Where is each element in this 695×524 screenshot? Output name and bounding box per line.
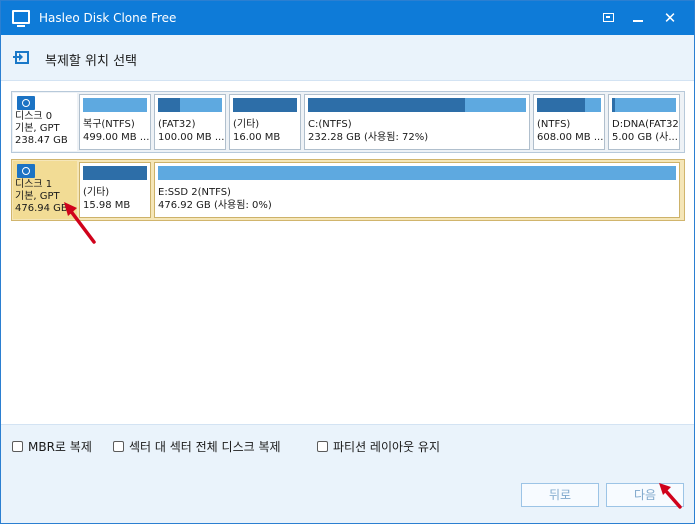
menu-button[interactable] — [600, 9, 618, 27]
disk-name: 디스크 1 — [15, 179, 53, 190]
clone-options: MBR로 복제 섹터 대 섹터 전체 디스크 복제 파티션 레이아웃 유지 — [1, 424, 694, 466]
menu-icon — [603, 13, 614, 22]
sector-by-sector-label: 섹터 대 섹터 전체 디스크 복제 — [129, 439, 281, 454]
partition-name: (NTFS) — [537, 119, 571, 130]
partition-name: C:(NTFS) — [308, 119, 352, 130]
partition-size: 476.92 GB (사용됨: 0%) — [158, 200, 272, 211]
disk-type: 기본, GPT — [15, 191, 60, 202]
footer: 뒤로 다음 — [1, 466, 694, 523]
title-bar: Hasleo Disk Clone Free ✕ — [1, 1, 694, 35]
mbr-copy-checkbox[interactable] — [12, 440, 23, 452]
partition-0-3[interactable]: C:(NTFS) 232.28 GB (사용됨: 72%) — [304, 94, 530, 150]
partition-1-0[interactable]: (기타) 15.98 MB — [79, 162, 151, 218]
disk-info: 디스크 1 기본, GPT 476.94 GB — [13, 161, 77, 219]
disk-info: 디스크 0 기본, GPT 238.47 GB — [13, 93, 77, 151]
partition-size: 16.00 MB — [233, 132, 281, 143]
import-icon — [13, 51, 29, 64]
partition-0-1[interactable]: (FAT32) 100.00 MB ... — [154, 94, 226, 150]
partition-size: 15.98 MB — [83, 200, 131, 211]
disk-icon — [17, 96, 35, 110]
partition-name: E:SSD 2(NTFS) — [158, 187, 231, 198]
disk-size: 476.94 GB — [15, 203, 68, 214]
step-header: 복제할 위치 선택 — [1, 35, 694, 81]
keep-layout-label: 파티션 레이아웃 유지 — [333, 439, 440, 454]
keep-layout-option[interactable]: 파티션 레이아웃 유지 — [317, 439, 440, 454]
mbr-copy-label: MBR로 복제 — [28, 439, 92, 454]
next-button[interactable]: 다음 — [606, 483, 684, 507]
page-title: 복제할 위치 선택 — [45, 54, 137, 69]
disk-row-1[interactable]: 디스크 1 기본, GPT 476.94 GB (기타) 15.98 MB E:… — [11, 159, 685, 221]
minimize-icon — [633, 20, 643, 22]
app-title: Hasleo Disk Clone Free — [39, 11, 177, 25]
sector-by-sector-checkbox[interactable] — [113, 440, 124, 452]
close-icon: ✕ — [663, 9, 677, 27]
close-button[interactable]: ✕ — [661, 9, 679, 27]
partition-0-5[interactable]: D:DNA(FAT32 5.00 GB (사... — [608, 94, 680, 150]
partition-name: (FAT32) — [158, 119, 196, 130]
partition-name: D:DNA(FAT32 — [612, 119, 679, 130]
disk-name: 디스크 0 — [15, 111, 53, 122]
keep-layout-checkbox[interactable] — [317, 440, 328, 452]
partition-name: 복구(NTFS) — [83, 119, 135, 130]
partition-name: (기타) — [83, 187, 110, 198]
disk-size: 238.47 GB — [15, 135, 68, 146]
partition-size: 5.00 GB (사... — [612, 132, 678, 143]
partition-0-2[interactable]: (기타) 16.00 MB — [229, 94, 301, 150]
partition-0-0[interactable]: 복구(NTFS) 499.00 MB ... — [79, 94, 151, 150]
partition-0-4[interactable]: (NTFS) 608.00 MB ... — [533, 94, 605, 150]
partition-size: 232.28 GB (사용됨: 72%) — [308, 132, 429, 143]
monitor-icon — [12, 10, 30, 27]
minimize-button[interactable] — [629, 9, 647, 27]
partition-name: (기타) — [233, 119, 260, 130]
partition-size: 608.00 MB ... — [537, 132, 604, 143]
sector-by-sector-option[interactable]: 섹터 대 섹터 전체 디스크 복제 — [113, 439, 281, 454]
main-window: Hasleo Disk Clone Free ✕ 복제할 위치 선택 디스크 0… — [0, 0, 695, 524]
partition-size: 100.00 MB ... — [158, 132, 225, 143]
mbr-copy-option[interactable]: MBR로 복제 — [12, 439, 92, 454]
disk-row-0[interactable]: 디스크 0 기본, GPT 238.47 GB 복구(NTFS) 499.00 … — [11, 91, 685, 153]
disk-type: 기본, GPT — [15, 123, 60, 134]
disk-icon — [17, 164, 35, 178]
partition-size: 499.00 MB ... — [83, 132, 150, 143]
partition-1-1[interactable]: E:SSD 2(NTFS) 476.92 GB (사용됨: 0%) — [154, 162, 680, 218]
back-button[interactable]: 뒤로 — [521, 483, 599, 507]
